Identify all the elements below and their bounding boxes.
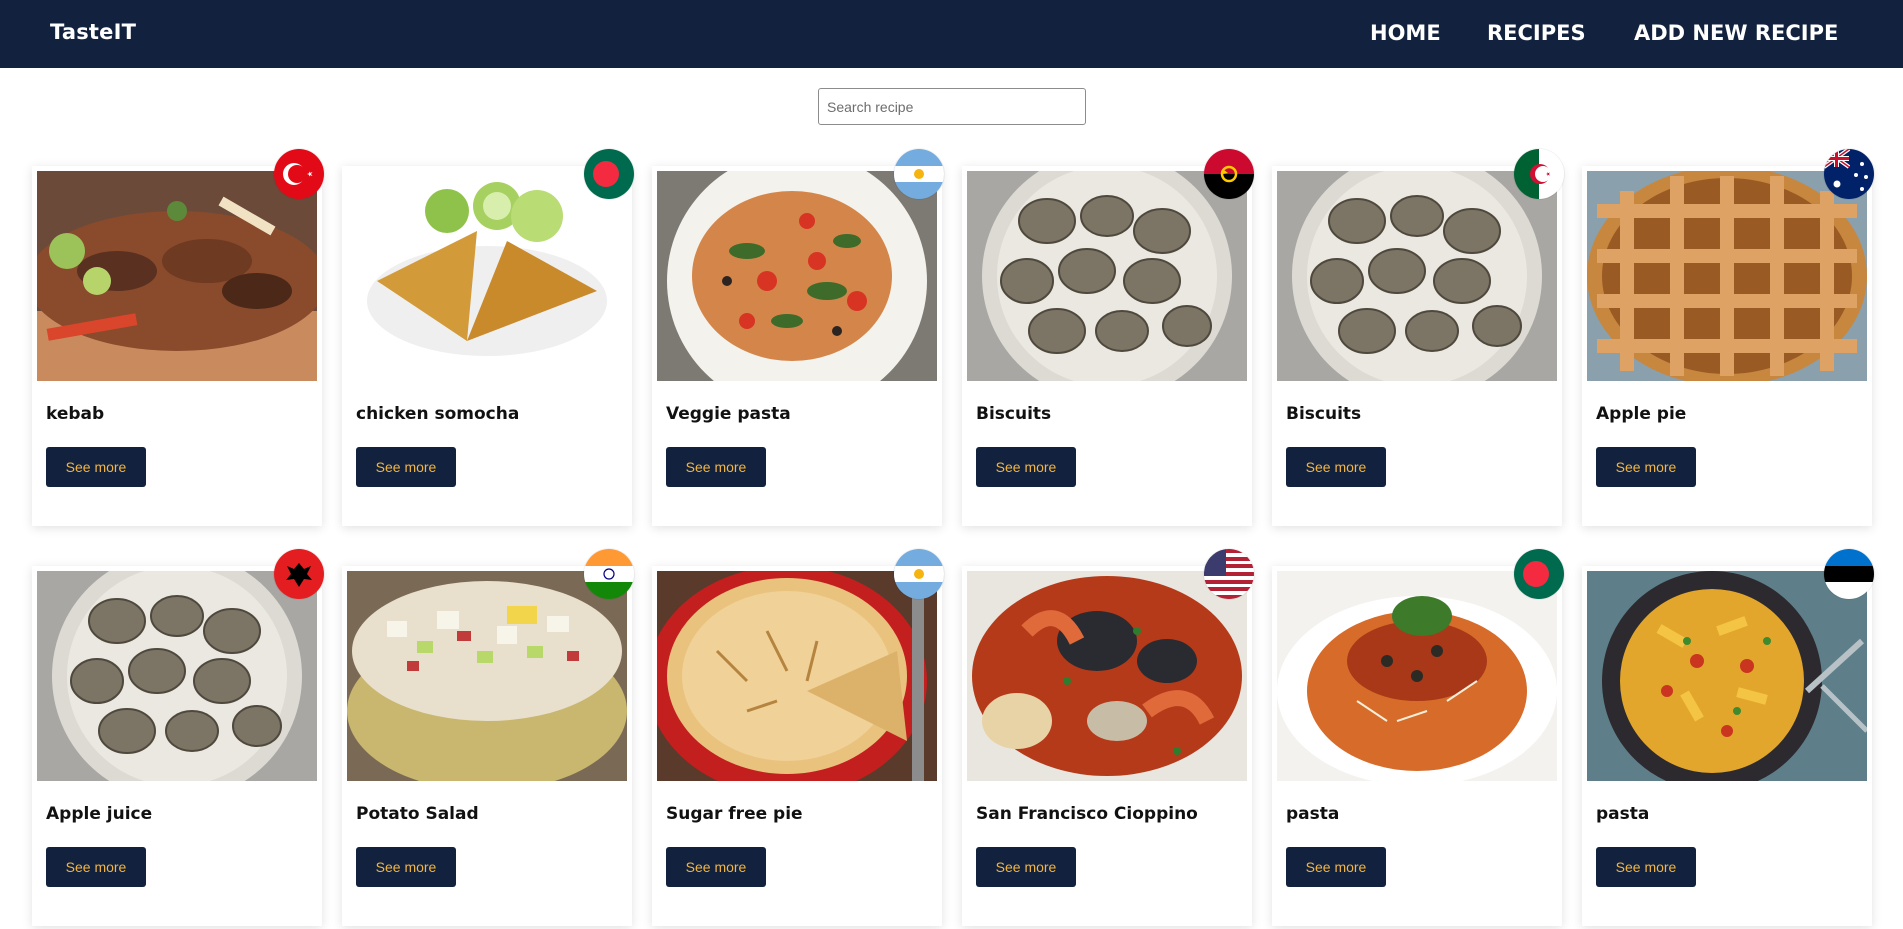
recipe-photo: [37, 571, 317, 781]
country-flag-icon: [1204, 149, 1254, 199]
recipe-title: pasta: [1286, 804, 1340, 824]
see-more-button[interactable]: See more: [666, 447, 766, 487]
recipe-title: Veggie pasta: [666, 404, 791, 424]
recipe-photo: [347, 571, 627, 781]
recipe-title: Apple juice: [46, 804, 153, 824]
recipe-title: Biscuits: [1286, 404, 1362, 424]
country-flag-icon: [894, 549, 944, 599]
recipe-title: pasta: [1596, 804, 1650, 824]
country-flag-icon: [1824, 549, 1874, 599]
see-more-button[interactable]: See more: [356, 447, 456, 487]
country-flag-icon: [1204, 549, 1254, 599]
recipe-card: San Francisco Cioppino See more: [962, 549, 1254, 926]
recipe-card: Biscuits See more: [1272, 149, 1564, 526]
recipe-photo: [967, 171, 1247, 381]
country-flag-icon: [584, 149, 634, 199]
recipe-title: Potato Salad: [356, 804, 479, 824]
recipe-photo: [1277, 171, 1557, 381]
see-more-button[interactable]: See more: [1286, 447, 1386, 487]
recipe-photo: [967, 571, 1247, 781]
country-flag-icon: [584, 549, 634, 599]
see-more-button[interactable]: See more: [1596, 847, 1696, 887]
recipe-photo: [37, 171, 317, 381]
nav-home[interactable]: HOME: [1370, 21, 1441, 45]
recipe-card: Apple juice See more: [32, 549, 324, 926]
see-more-button[interactable]: See more: [1596, 447, 1696, 487]
recipe-photo: [1587, 571, 1867, 781]
recipe-title: Apple pie: [1596, 404, 1687, 424]
recipe-card: Potato Salad See more: [342, 549, 634, 926]
recipe-photo: [347, 171, 627, 381]
recipe-card: Veggie pasta See more: [652, 149, 944, 526]
recipe-title: San Francisco Cioppino: [976, 804, 1198, 824]
recipe-title: Biscuits: [976, 404, 1052, 424]
country-flag-icon: [1824, 149, 1874, 199]
recipe-card: chicken somocha See more: [342, 149, 634, 526]
recipe-card: pasta See more: [1272, 549, 1564, 926]
recipe-card: pasta See more: [1582, 549, 1874, 926]
see-more-button[interactable]: See more: [1286, 847, 1386, 887]
see-more-button[interactable]: See more: [46, 847, 146, 887]
recipe-card: Biscuits See more: [962, 149, 1254, 526]
search-input[interactable]: [818, 88, 1086, 125]
country-flag-icon: [1514, 149, 1564, 199]
country-flag-icon: [894, 149, 944, 199]
nav-recipes[interactable]: RECIPES: [1487, 21, 1586, 45]
brand-logo[interactable]: TasteIT: [50, 20, 136, 44]
see-more-button[interactable]: See more: [976, 847, 1076, 887]
nav-add-new-recipe[interactable]: ADD NEW RECIPE: [1634, 21, 1838, 45]
see-more-button[interactable]: See more: [356, 847, 456, 887]
recipe-photo: [1587, 171, 1867, 381]
recipe-title: Sugar free pie: [666, 804, 803, 824]
recipe-card: Sugar free pie See more: [652, 549, 944, 926]
recipe-photo: [1277, 571, 1557, 781]
recipe-title: kebab: [46, 404, 105, 424]
navbar: TasteIT HOME RECIPES ADD NEW RECIPE: [0, 0, 1903, 68]
recipe-photo: [657, 571, 937, 781]
recipe-card: kebab See more: [32, 149, 324, 526]
recipe-card: Apple pie See more: [1582, 149, 1874, 526]
country-flag-icon: [1514, 549, 1564, 599]
recipe-photo: [657, 171, 937, 381]
country-flag-icon: [274, 549, 324, 599]
see-more-button[interactable]: See more: [46, 447, 146, 487]
see-more-button[interactable]: See more: [666, 847, 766, 887]
country-flag-icon: [274, 149, 324, 199]
see-more-button[interactable]: See more: [976, 447, 1076, 487]
recipe-title: chicken somocha: [356, 404, 520, 424]
